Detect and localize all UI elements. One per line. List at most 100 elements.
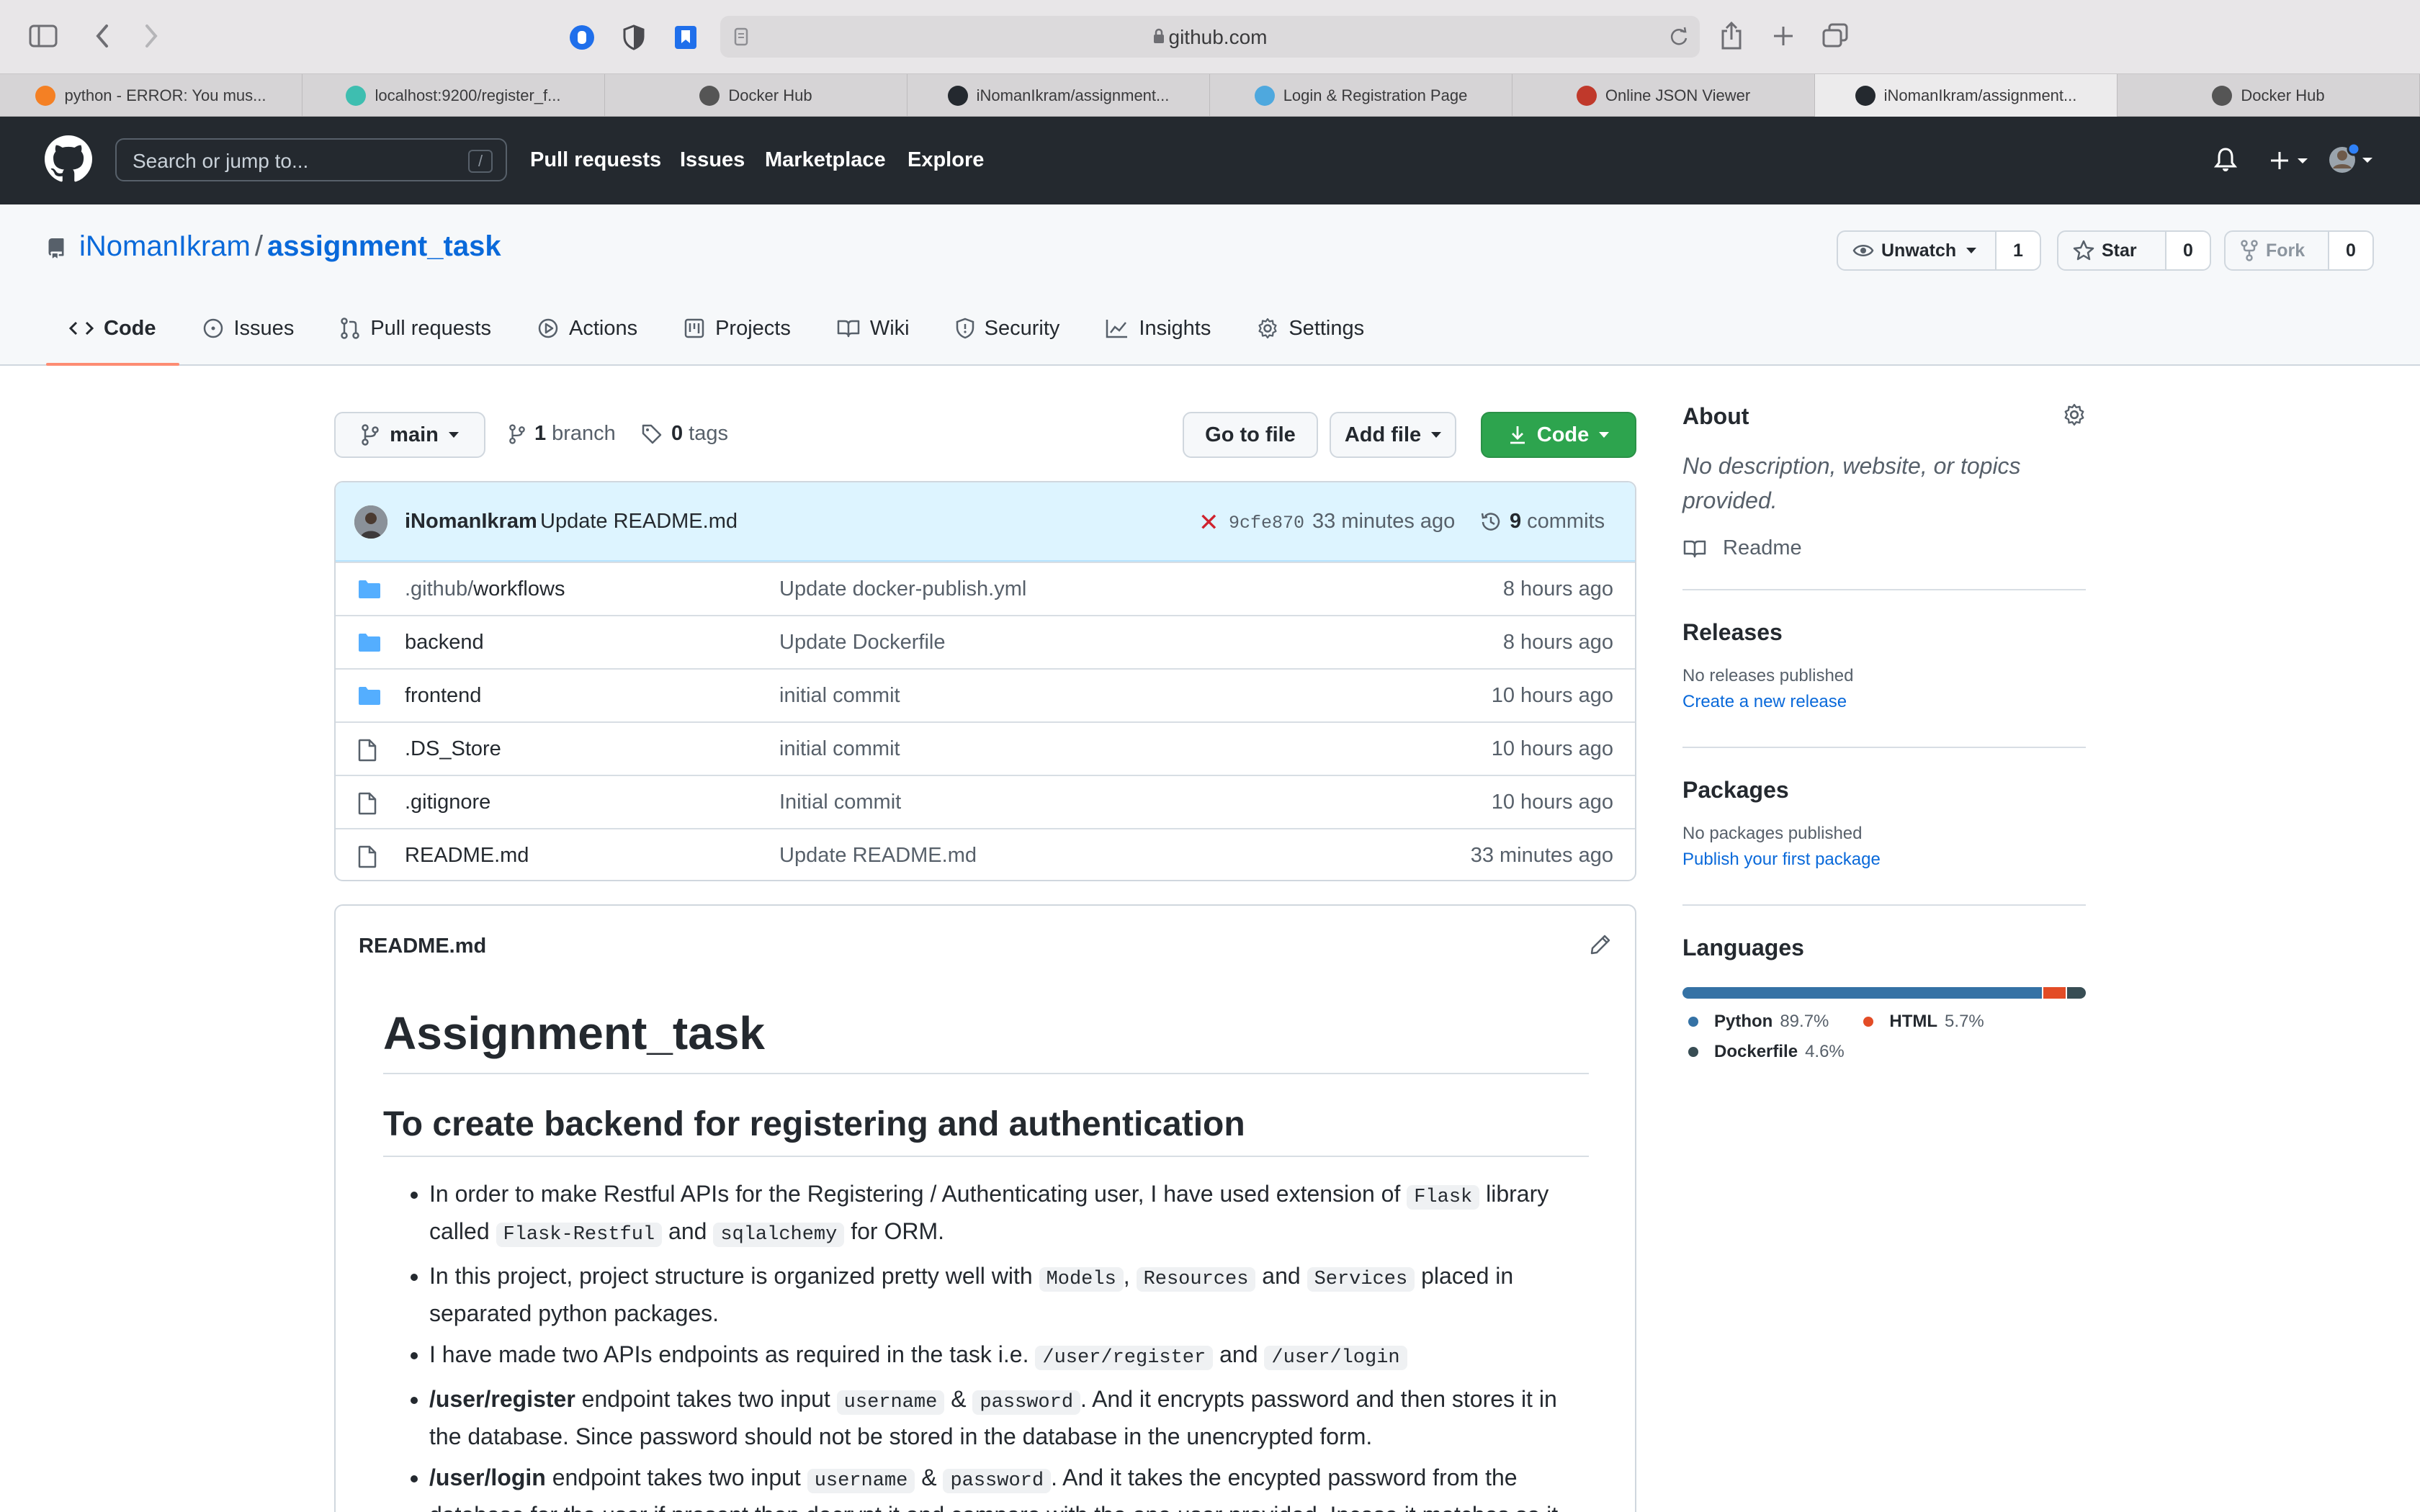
tab-insights[interactable]: Insights xyxy=(1083,295,1234,366)
pencil-edit-icon[interactable] xyxy=(1589,933,1612,960)
file-commit-message[interactable]: initial commit xyxy=(779,684,900,708)
extension-shield-icon[interactable] xyxy=(618,22,650,53)
file-commit-time: 8 hours ago xyxy=(1502,577,1613,600)
language-bar-html[interactable] xyxy=(2043,987,2066,999)
file-commit-message[interactable]: Update README.md xyxy=(779,844,977,868)
text: endpoint takes two input xyxy=(545,1464,807,1490)
code-download-button[interactable]: Code xyxy=(1481,412,1636,458)
browser-tab[interactable]: python - ERROR: You mus... xyxy=(0,74,302,117)
reload-icon[interactable] xyxy=(1667,24,1691,49)
search-box[interactable]: / xyxy=(115,138,507,181)
code-icon xyxy=(69,321,94,336)
browser-toolbar: github.com xyxy=(0,0,2420,73)
file-commit-message[interactable]: Initial commit xyxy=(779,791,901,814)
user-avatar-menu[interactable] xyxy=(2326,142,2377,181)
tab-label: Projects xyxy=(715,316,791,340)
languages-title: Languages xyxy=(1682,935,1804,960)
back-icon[interactable] xyxy=(88,19,117,53)
fork-count[interactable]: 0 xyxy=(2329,232,2372,269)
file-name-link[interactable]: README.md xyxy=(405,844,529,868)
readme-bullet-list: In order to make Restful APIs for the Re… xyxy=(383,1177,1589,1512)
language-dockerfile[interactable]: Dockerfile 4.6% xyxy=(1682,1042,1845,1062)
build-failed-x-icon[interactable]: ✕ xyxy=(1198,508,1219,537)
tab-code[interactable]: Code xyxy=(46,295,179,366)
branches-link[interactable]: 1 branch xyxy=(508,422,616,446)
file-name-link[interactable]: .github/workflows xyxy=(405,577,565,601)
tab-settings[interactable]: Settings xyxy=(1234,295,1387,366)
sidebar-toggle-icon[interactable] xyxy=(26,20,60,52)
latest-commit-bar: iNomanIkram Update README.md ✕ 9cfe870 3… xyxy=(336,482,1635,562)
tab-pull-requests[interactable]: Pull requests xyxy=(317,295,514,366)
nav-marketplace[interactable]: Marketplace xyxy=(765,148,886,172)
create-new-plus-icon[interactable] xyxy=(2270,150,2311,175)
commit-message[interactable]: Update README.md xyxy=(540,510,738,534)
browser-tab[interactable]: Docker Hub xyxy=(2118,74,2420,117)
packages-title[interactable]: Packages xyxy=(1682,777,1789,803)
tab-actions[interactable]: Actions xyxy=(514,295,660,366)
browser-tab[interactable]: iNomanIkram/assignment... xyxy=(908,74,1210,117)
unwatch-button[interactable]: Unwatch 1 xyxy=(1837,230,2041,271)
browser-tab[interactable]: localhost:9200/register_f... xyxy=(302,74,605,117)
create-release-link[interactable]: Create a new release xyxy=(1682,692,2086,712)
browser-tab[interactable]: Docker Hub xyxy=(605,74,908,117)
tab-favicon-icon xyxy=(346,86,367,106)
commit-sha[interactable]: 9cfe870 xyxy=(1229,513,1304,534)
eye-icon xyxy=(1852,245,1874,256)
tab-projects[interactable]: Projects xyxy=(660,295,814,366)
repo-owner-link[interactable]: iNomanIkram xyxy=(79,230,251,262)
branch-select-button[interactable]: main xyxy=(334,412,485,458)
inline-code: username xyxy=(836,1390,945,1415)
star-count[interactable]: 0 xyxy=(2166,232,2210,269)
text: and xyxy=(662,1218,714,1244)
tab-wiki[interactable]: Wiki xyxy=(814,295,933,366)
go-to-file-button[interactable]: Go to file xyxy=(1183,412,1318,458)
readme-link-label: Readme xyxy=(1723,536,1802,559)
fork-button[interactable]: Fork 0 xyxy=(2224,230,2374,271)
language-html[interactable]: HTML 5.7% xyxy=(1857,1012,1984,1032)
commit-history-link[interactable]: 9 commits xyxy=(1479,510,1605,534)
nav-pull-requests[interactable]: Pull requests xyxy=(530,148,661,172)
commit-author[interactable]: iNomanIkram xyxy=(405,510,537,534)
nav-issues[interactable]: Issues xyxy=(680,148,745,172)
address-bar[interactable]: github.com xyxy=(720,16,1700,58)
language-bar-python[interactable] xyxy=(1682,987,2042,999)
file-commit-message[interactable]: Update Dockerfile xyxy=(779,631,946,654)
new-tab-icon[interactable] xyxy=(1767,20,1799,52)
publish-package-link[interactable]: Publish your first package xyxy=(1682,850,2086,870)
github-logo-icon[interactable] xyxy=(45,135,92,183)
file-commit-message[interactable]: initial commit xyxy=(779,737,900,761)
notifications-bell-icon[interactable] xyxy=(2213,147,2238,176)
file-name-link[interactable]: backend xyxy=(405,631,484,654)
repo-name-link[interactable]: assignment_task xyxy=(267,230,501,262)
search-input[interactable] xyxy=(133,150,449,173)
tab-security[interactable]: Security xyxy=(933,295,1083,366)
commit-author-avatar[interactable] xyxy=(354,505,387,539)
extension-bookmark-icon[interactable] xyxy=(670,22,702,53)
language-python[interactable]: Python 89.7% xyxy=(1682,1012,1829,1032)
watch-count[interactable]: 1 xyxy=(1996,232,2040,269)
file-name-link[interactable]: .DS_Store xyxy=(405,737,501,761)
caret-down-icon xyxy=(1431,432,1442,438)
browser-tab[interactable]: Online JSON Viewer xyxy=(1512,74,1815,117)
file-name-link[interactable]: frontend xyxy=(405,684,481,708)
extension-hand-icon[interactable] xyxy=(566,22,598,53)
readme-link[interactable]: Readme xyxy=(1682,536,2086,589)
nav-explore[interactable]: Explore xyxy=(908,148,984,172)
gear-icon[interactable] xyxy=(2063,403,2086,430)
tags-link[interactable]: 0 tags xyxy=(641,422,728,446)
repo-header: iNomanIkram / assignment_task Unwatch 1 St… xyxy=(0,204,2420,366)
add-file-button[interactable]: Add file xyxy=(1330,412,1456,458)
tab-overview-icon[interactable] xyxy=(1819,20,1851,52)
file-commit-message[interactable]: Update docker-publish.yml xyxy=(779,577,1026,601)
tab-label: Issues xyxy=(233,316,295,340)
forward-icon[interactable] xyxy=(137,19,166,53)
tab-issues[interactable]: Issues xyxy=(179,295,318,366)
file-name-link[interactable]: .gitignore xyxy=(405,791,490,814)
language-bar-dockerfile[interactable] xyxy=(2067,987,2086,999)
gear-icon xyxy=(1258,318,1277,339)
browser-tab-active[interactable]: iNomanIkram/assignment... xyxy=(1815,74,2118,117)
star-button[interactable]: Star 0 xyxy=(2057,230,2211,271)
releases-title[interactable]: Releases xyxy=(1682,619,1783,645)
browser-tab[interactable]: Login & Registration Page xyxy=(1210,74,1512,117)
share-icon[interactable] xyxy=(1716,17,1747,55)
